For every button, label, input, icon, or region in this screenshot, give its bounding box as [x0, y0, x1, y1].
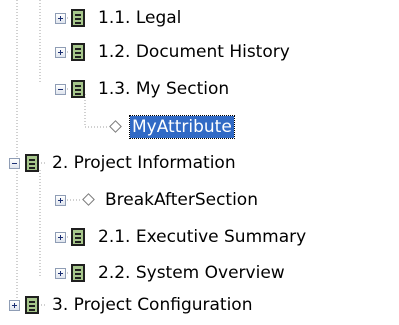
tree-node[interactable]: 2.1. Executive Summary: [0, 222, 399, 252]
tree-node[interactable]: MyAttribute: [0, 112, 399, 142]
attribute-icon: [82, 193, 95, 206]
tree-node-label[interactable]: 2.1. Executive Summary: [96, 226, 308, 248]
tree-node-label-selected[interactable]: MyAttribute: [129, 115, 235, 139]
section-icon: [71, 264, 85, 282]
tree-node[interactable]: 1.1. Legal: [0, 3, 399, 33]
expand-icon[interactable]: [55, 232, 66, 243]
tree-node-label[interactable]: 1.2. Document History: [96, 41, 292, 63]
tree-node[interactable]: 1.2. Document History: [0, 37, 399, 67]
collapse-icon[interactable]: [55, 84, 66, 95]
tree-node[interactable]: 2. Project Information: [0, 148, 399, 178]
tree-node-label[interactable]: 1.3. My Section: [96, 78, 231, 100]
section-icon: [25, 296, 39, 314]
collapse-icon[interactable]: [9, 158, 20, 169]
expand-icon[interactable]: [55, 195, 66, 206]
tree-node[interactable]: BreakAfterSection: [0, 185, 399, 215]
tree-node-label[interactable]: 1.1. Legal: [96, 7, 183, 29]
section-icon: [71, 228, 85, 246]
section-tree: 1.1. Legal 1.2. Document History 1.3. My…: [0, 0, 399, 325]
tree-node-label[interactable]: 3. Project Configuration: [50, 294, 254, 316]
section-icon: [71, 43, 85, 61]
tree-node[interactable]: 3. Project Configuration: [0, 290, 399, 320]
expand-icon[interactable]: [55, 47, 66, 58]
tree-node[interactable]: 1.3. My Section: [0, 74, 399, 104]
expand-icon[interactable]: [9, 300, 20, 311]
section-icon: [71, 9, 85, 27]
tree-node-label[interactable]: BreakAfterSection: [103, 189, 260, 211]
expand-icon[interactable]: [55, 268, 66, 279]
attribute-icon: [109, 120, 122, 133]
section-icon: [71, 80, 85, 98]
section-icon: [25, 154, 39, 172]
tree-node-label[interactable]: 2. Project Information: [50, 152, 238, 174]
tree-node-label[interactable]: 2.2. System Overview: [96, 262, 287, 284]
expand-icon[interactable]: [55, 13, 66, 24]
tree-node[interactable]: 2.2. System Overview: [0, 258, 399, 288]
